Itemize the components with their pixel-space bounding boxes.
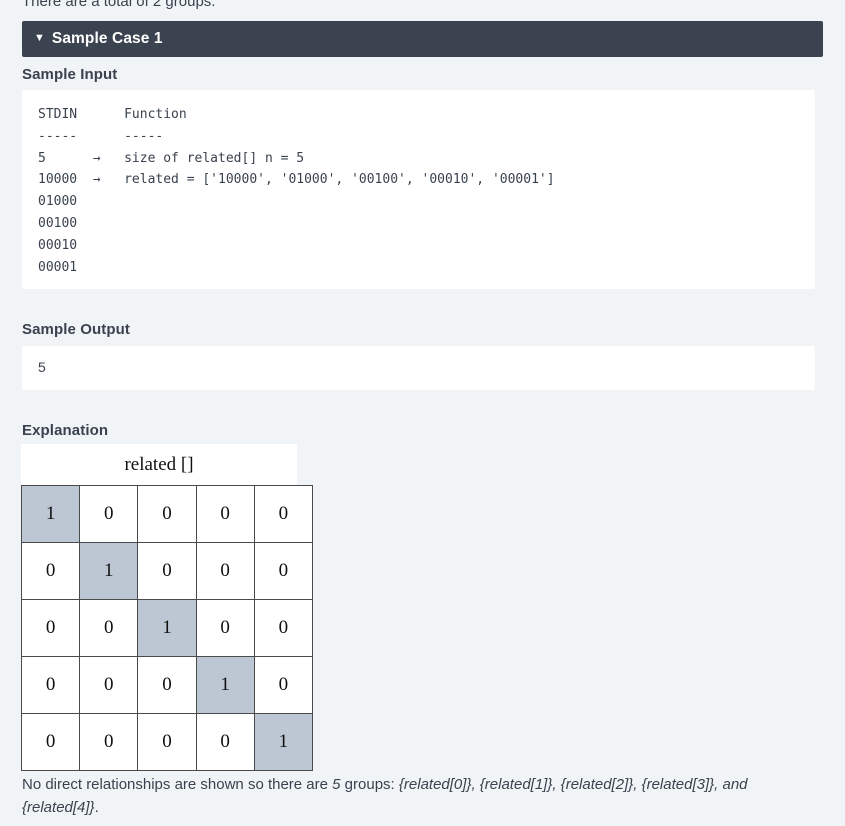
explanation-heading: Explanation <box>22 422 109 439</box>
sample-output-panel: 5 <box>22 346 815 390</box>
matrix-row: 00100 <box>20 599 313 657</box>
matrix-cell: 0 <box>137 713 197 771</box>
matrix-cell: 0 <box>79 713 139 771</box>
sample-output-value: 5 <box>38 359 46 375</box>
matrix-cell: 0 <box>195 599 255 657</box>
matrix-row: 10000 <box>20 485 313 543</box>
matrix-cell: 0 <box>79 656 139 714</box>
matrix-row: 01000 <box>20 542 313 600</box>
matrix-cell: 0 <box>253 599 313 657</box>
matrix-cell: 0 <box>20 542 81 600</box>
explanation-emphasis: 5 <box>332 776 341 793</box>
sample-input-panel: STDIN Function ----- ----- 5 → size of r… <box>22 90 815 289</box>
matrix-cell: 0 <box>253 485 313 543</box>
sample-case-title: Sample Case 1 <box>51 30 163 47</box>
explanation-text: . <box>94 799 99 816</box>
matrix-cell: 0 <box>253 656 313 714</box>
related-matrix-table: 1000001000001000001000001 <box>20 485 313 771</box>
sample-input-code: STDIN Function ----- ----- 5 → size of r… <box>38 107 555 275</box>
matrix-cell: 0 <box>20 656 81 714</box>
explanation-paragraph: No direct relationships are shown so the… <box>22 773 782 819</box>
matrix-cell: 0 <box>253 542 313 600</box>
explanation-text: groups: <box>340 776 399 793</box>
matrix-cell: 0 <box>79 599 139 657</box>
clipped-top-line: There are a total of 2 groups. <box>22 0 216 10</box>
matrix-cell: 0 <box>137 656 197 714</box>
explanation-text: No direct relationships are shown so the… <box>22 776 333 793</box>
matrix-cell: 1 <box>195 656 255 714</box>
matrix-row: 00010 <box>20 656 313 714</box>
matrix-cell: 0 <box>20 713 81 771</box>
matrix-cell: 1 <box>79 542 139 600</box>
sample-case-header[interactable]: ▼ Sample Case 1 <box>22 21 823 57</box>
triangle-down-icon[interactable]: ▼ <box>34 32 45 44</box>
matrix-cell: 0 <box>137 542 197 600</box>
matrix-cell: 0 <box>137 485 197 543</box>
matrix-cell: 0 <box>79 485 139 543</box>
matrix-cell: 1 <box>253 713 313 771</box>
sample-input-heading: Sample Input <box>22 66 118 83</box>
matrix-cell: 1 <box>137 599 197 657</box>
matrix-cell: 0 <box>195 485 255 543</box>
matrix-cell: 0 <box>195 542 255 600</box>
matrix-cell: 0 <box>20 599 81 657</box>
matrix-row: 00001 <box>20 713 313 771</box>
matrix-caption: related [] <box>21 444 297 485</box>
related-matrix-figure: related [] 1000001000001000001000001 <box>20 444 313 771</box>
matrix-cell: 0 <box>195 713 255 771</box>
sample-output-heading: Sample Output <box>22 321 130 338</box>
matrix-cell: 1 <box>20 485 81 543</box>
